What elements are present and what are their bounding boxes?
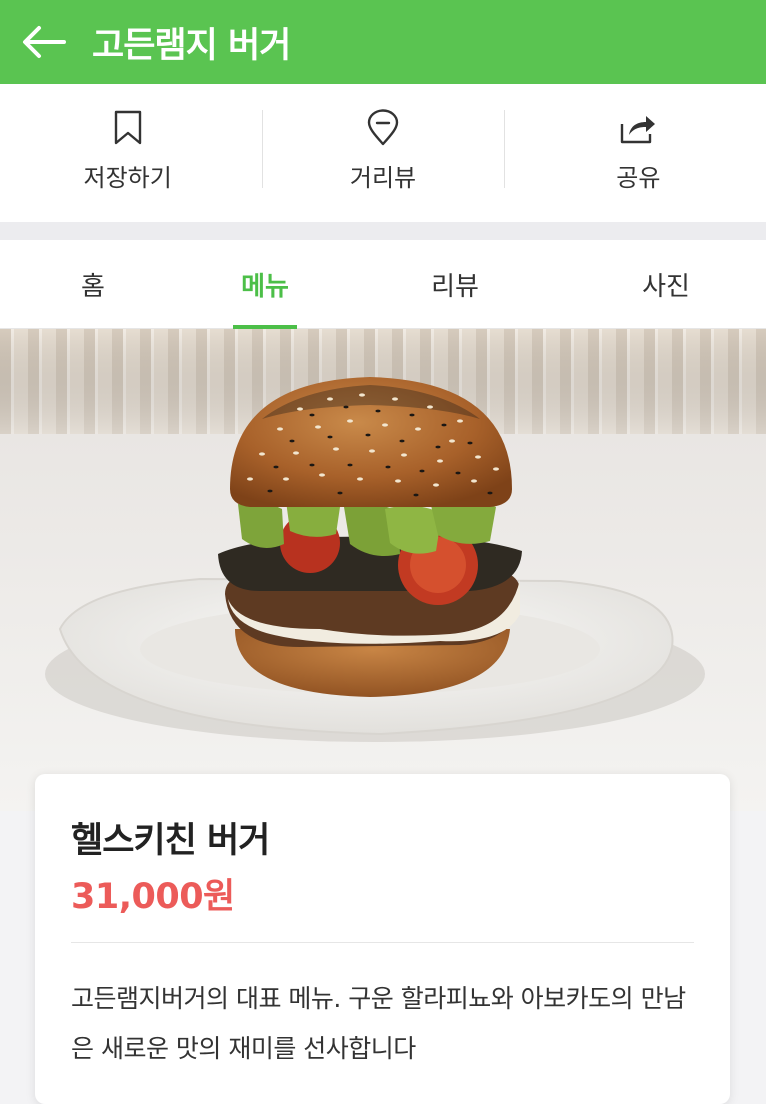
card-divider [71, 942, 694, 943]
tab-photos[interactable]: 사진 [566, 240, 766, 328]
section-separator [0, 222, 766, 240]
arrow-left-icon [23, 26, 66, 58]
menu-item-name: 헬스키친 버거 [71, 821, 270, 861]
share-button[interactable]: 공유 [511, 84, 766, 222]
tab-menu[interactable]: 메뉴 [186, 240, 344, 328]
tab-reviews[interactable]: 리뷰 [344, 240, 566, 328]
menu-item-photo [0, 329, 766, 811]
tab-home[interactable]: 홈 [0, 240, 186, 328]
menu-item-card: 헬스키친 버거 31,000원 고든램지버거의 대표 메뉴. 구운 할라피뇨와 … [35, 774, 730, 1104]
menu-item-price: 31,000원 [71, 877, 235, 917]
save-button[interactable]: 저장하기 [0, 84, 255, 222]
share-icon [621, 116, 656, 144]
top-app-bar: 고든램지 버거 [0, 0, 766, 84]
action-divider [504, 110, 505, 188]
tab-bar: 홈 메뉴 리뷰 사진 [0, 240, 766, 329]
share-button-label: 공유 [616, 164, 661, 192]
save-button-label: 저장하기 [83, 164, 172, 192]
bookmark-icon [114, 110, 141, 145]
action-bar: 저장하기 거리뷰 공유 [0, 84, 766, 222]
menu-item-description: 고든램지버거의 대표 메뉴. 구운 할라피뇨와 아보카도의 만남은 새로운 맛의… [71, 984, 686, 1063]
street-view-button-label: 거리뷰 [349, 164, 417, 192]
location-pin-icon [367, 109, 399, 146]
back-button[interactable] [22, 22, 72, 62]
action-divider [262, 110, 263, 188]
street-view-button[interactable]: 거리뷰 [255, 84, 510, 222]
page-title: 고든램지 버거 [92, 25, 291, 66]
